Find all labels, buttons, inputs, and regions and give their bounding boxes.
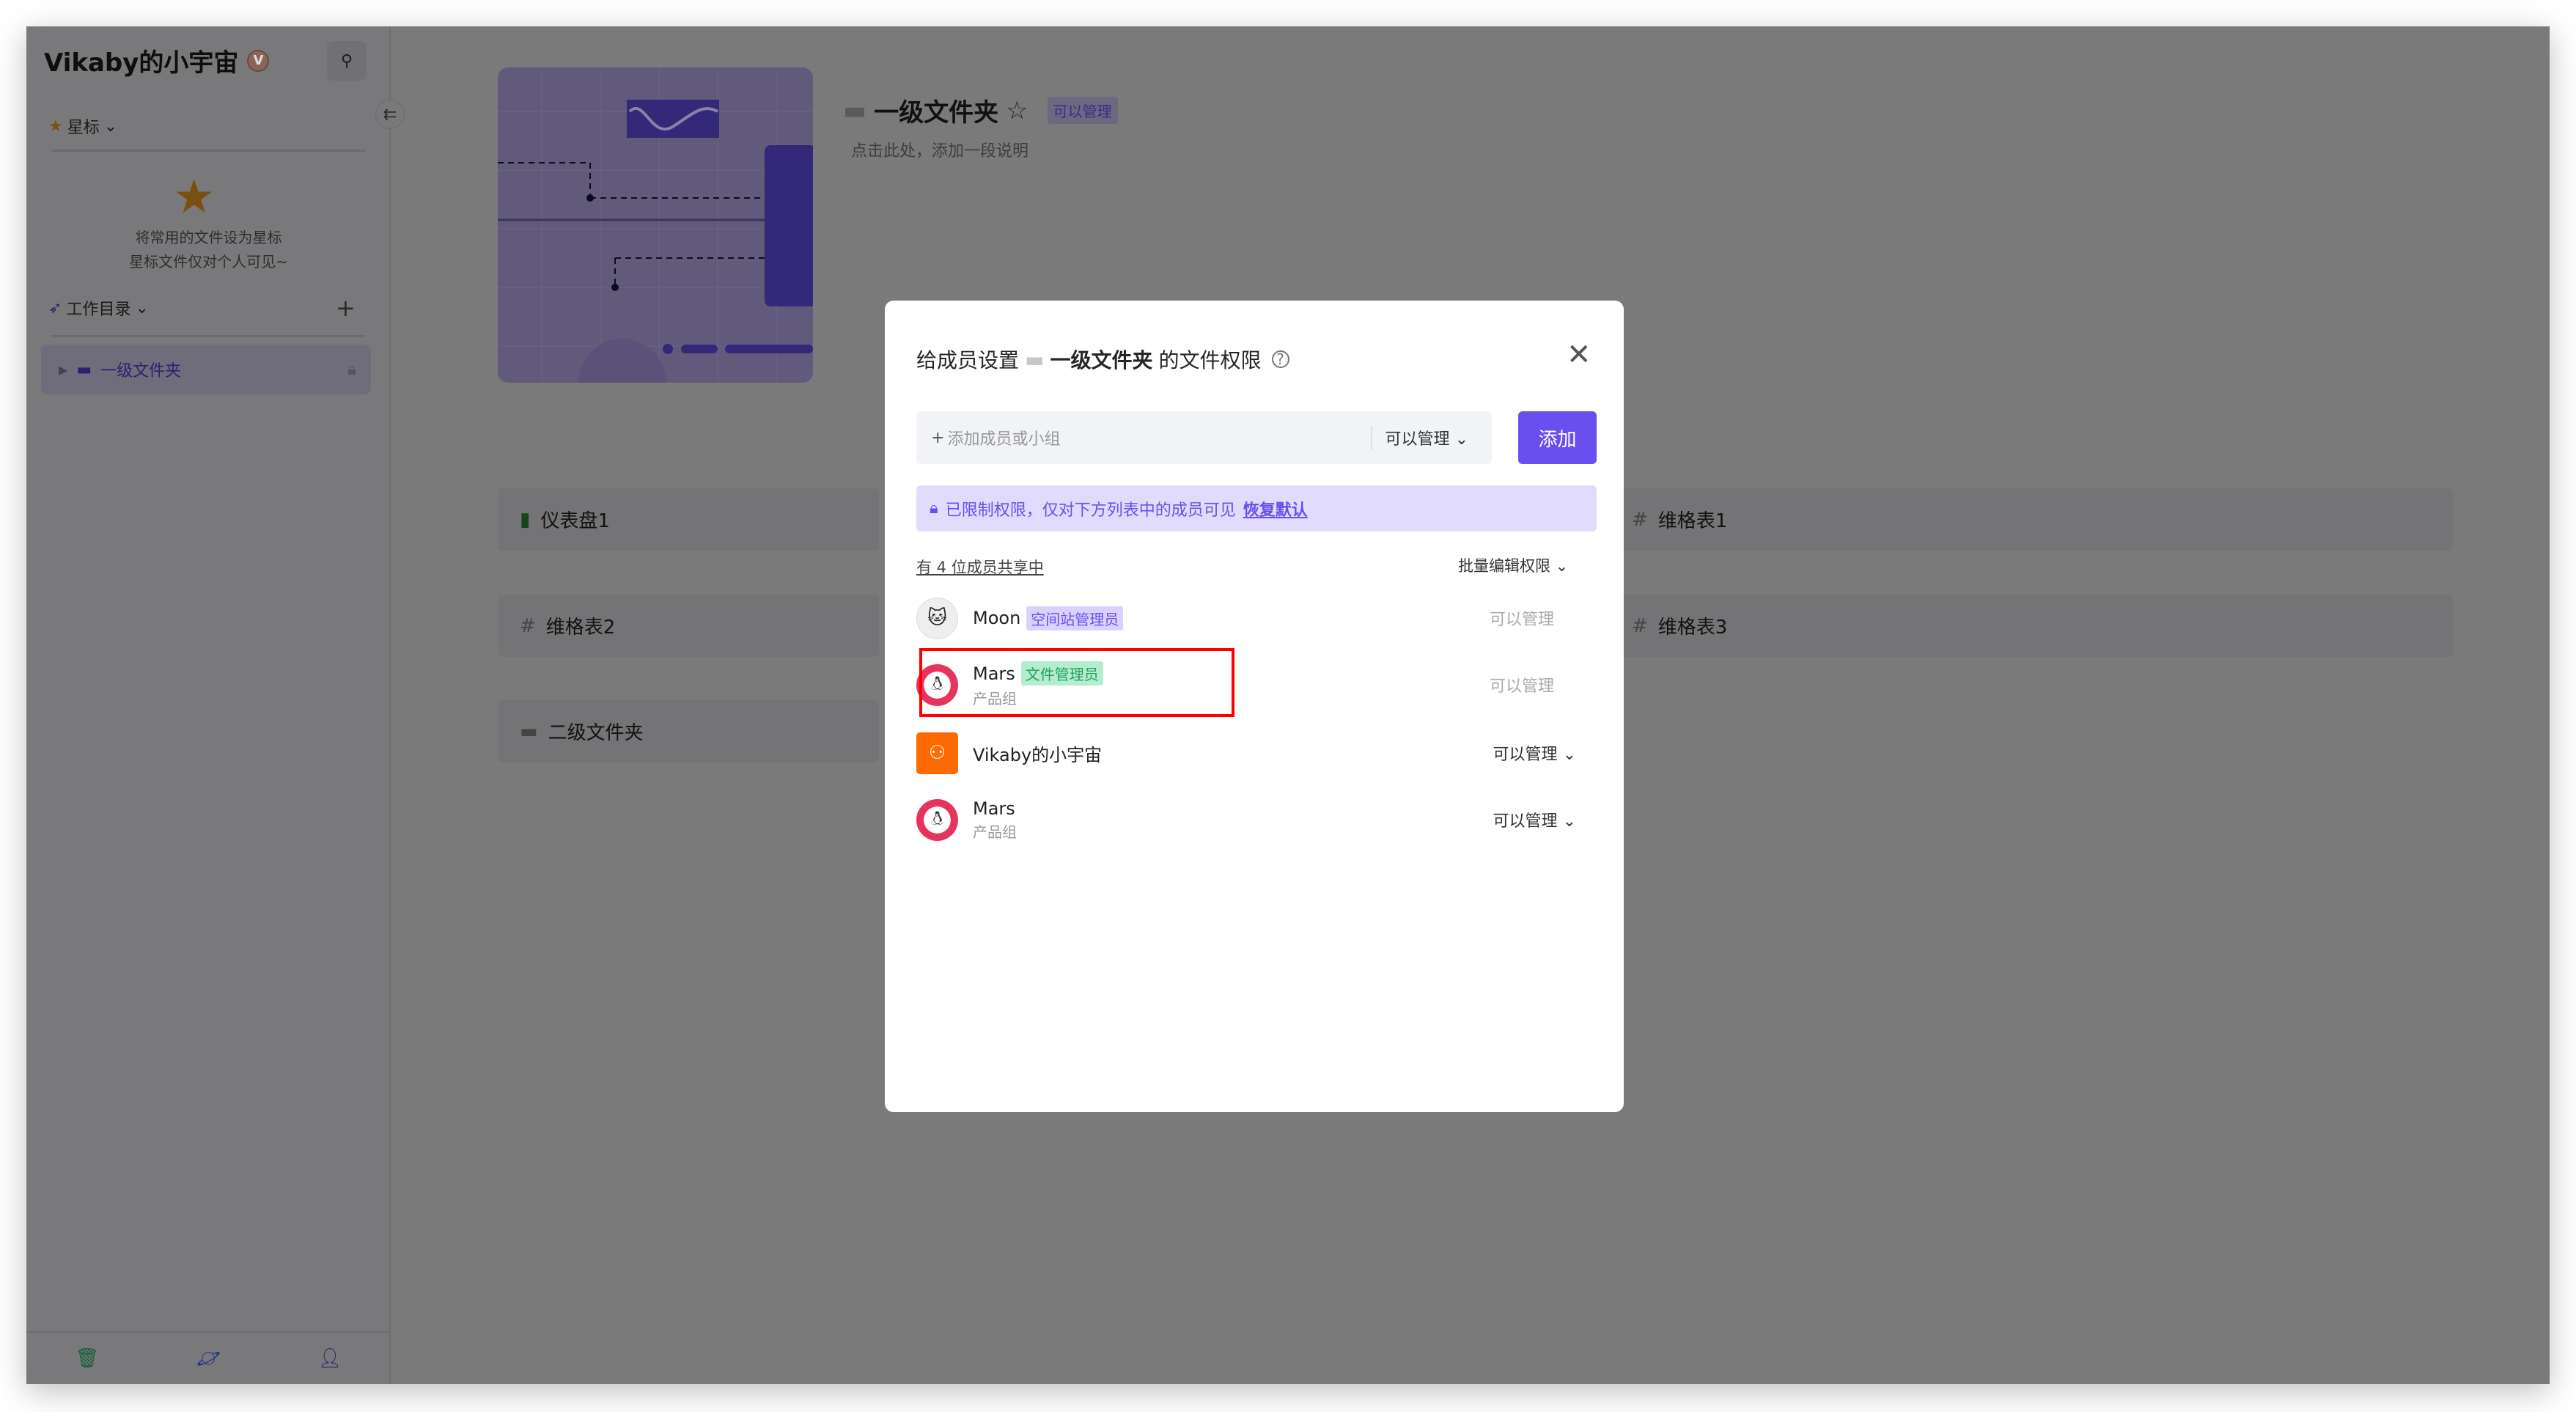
close-icon[interactable]: ✕	[1567, 340, 1591, 369]
starred-section-toggle[interactable]: ★ 星标 ⌄	[48, 114, 117, 138]
datasheet-icon: #	[1632, 614, 1648, 637]
datasheet-icon: #	[1632, 508, 1648, 531]
member-permission: 可以管理	[1493, 812, 1558, 831]
search-icon: ⚲	[340, 51, 353, 70]
card-label: 二级文件夹	[548, 722, 644, 744]
modal-title: 给成员设置 ▬ 一级文件夹 的文件权限?	[916, 345, 1289, 374]
permission-tag: 可以管理	[1047, 97, 1118, 124]
node-card[interactable]: # 维格表1	[1610, 488, 2453, 551]
divider	[51, 335, 365, 337]
cover-illustration	[498, 67, 813, 383]
sidebar-footer: 🗑︎ 🪐︎ 👤︎	[26, 1331, 391, 1384]
member-row: 🐧︎ Mars 产品组 可以管理 ⌄	[916, 790, 1597, 849]
bulk-edit-dropdown[interactable]: 批量编辑权限 ⌄	[1458, 554, 1568, 576]
sidebar-item-folder[interactable]: ▶ ▬ 一级文件夹 🔒︎	[41, 345, 371, 394]
highlight-box	[919, 648, 1234, 717]
lock-icon: 🔒︎	[930, 499, 938, 518]
workspace-badge-icon: V	[247, 49, 270, 72]
member-row: 🐱︎ Moon 空间站管理员 可以管理	[916, 589, 1597, 647]
title-folder: 一级文件夹	[1050, 348, 1153, 372]
plus-icon: +	[931, 428, 945, 447]
folder-icon: ▬	[1025, 347, 1045, 372]
starred-label: 星标	[67, 119, 100, 137]
share-count-link[interactable]: 有 4 位成员共享中	[916, 556, 1044, 578]
restore-default-link[interactable]: 恢复默认	[1243, 497, 1308, 521]
folder-description[interactable]: 点击此处，添加一段说明	[851, 138, 1028, 161]
sidebar-item-label: 一级文件夹	[100, 362, 182, 380]
member-row: ⚇ Vikaby的小宇宙 可以管理 ⌄	[916, 724, 1597, 782]
permission-modal: 给成员设置 ▬ 一级文件夹 的文件权限? ✕ + 添加成员或小组 可以管理 ⌄ 添加 🔒︎…	[885, 301, 1624, 1112]
add-node-button[interactable]: +	[336, 294, 356, 322]
title-suffix: 的文件权限	[1158, 348, 1262, 372]
node-card[interactable]: # 维格表3	[1610, 595, 2453, 657]
node-card[interactable]: # 维格表2	[498, 595, 879, 657]
add-member-input[interactable]: + 添加成员或小组 可以管理 ⌄	[916, 411, 1492, 464]
starred-empty-text: 将常用的文件设为星标	[135, 229, 282, 246]
notice-text: 已限制权限，仅对下方列表中的成员可见	[945, 501, 1236, 520]
role-badge: 空间站管理员	[1026, 606, 1124, 630]
folder-icon: ▬	[76, 360, 92, 379]
add-member-placeholder: 添加成员或小组	[947, 430, 1061, 449]
divider	[51, 150, 365, 152]
restricted-notice: 🔒︎ 已限制权限，仅对下方列表中的成员可见 恢复默认	[916, 485, 1597, 532]
card-label: 维格表2	[545, 617, 616, 639]
avatar: 🐱︎	[916, 597, 958, 639]
dashboard-icon: ▮	[520, 508, 531, 531]
app-window: Vikaby的小宇宙 V ⚲ ★ 星标 ⌄ ★ 将常用的文件设为星标 星标文件仅对个人…	[26, 26, 2550, 1384]
caret-right-icon: ▶	[59, 362, 68, 377]
node-card[interactable]: ▬ 二级文件夹	[498, 700, 879, 762]
invite-member-icon[interactable]: 👤︎	[318, 1347, 342, 1369]
search-button[interactable]: ⚲	[327, 41, 367, 81]
workspace-title[interactable]: Vikaby的小宇宙 V	[44, 43, 270, 78]
help-icon[interactable]: ?	[1271, 350, 1289, 368]
member-name: Moon	[973, 608, 1021, 628]
page-title: ▬ 一级文件夹 ☆ 可以管理	[843, 92, 1118, 128]
chevron-down-icon: ⌄	[135, 298, 149, 317]
collapse-sidebar-button[interactable]: ⇇	[375, 100, 405, 129]
member-permission: 可以管理	[1489, 611, 1554, 629]
card-label: 维格表3	[1657, 617, 1728, 639]
folder-title[interactable]: 一级文件夹	[874, 92, 998, 128]
card-label: 仪表盘1	[540, 510, 610, 532]
team-icon: ⚇	[916, 732, 958, 774]
member-team: 产品组	[973, 823, 1017, 841]
card-label: 维格表1	[1657, 510, 1728, 532]
rocket-icon: ➶	[48, 298, 62, 317]
chevron-down-icon: ⌄	[1562, 812, 1576, 831]
add-button[interactable]: 添加	[1518, 411, 1597, 464]
catalog-section-toggle[interactable]: ➶ 工作目录 ⌄	[48, 296, 149, 320]
permission-select[interactable]: 可以管理 ⌄	[1370, 426, 1492, 449]
chevron-down-icon: ⌄	[103, 117, 118, 136]
member-permission-dropdown[interactable]: 可以管理 ⌄	[1493, 808, 1576, 831]
node-card[interactable]: ▮ 仪表盘1	[498, 488, 879, 551]
member-permission-dropdown[interactable]: 可以管理 ⌄	[1493, 741, 1576, 765]
planet-icon[interactable]: 🪐︎	[196, 1347, 221, 1369]
star-icon: ★	[48, 117, 63, 136]
chevron-down-icon: ⌄	[1562, 746, 1576, 764]
folder-cover-image[interactable]	[498, 67, 813, 383]
folder-icon: ▬	[520, 720, 538, 743]
workspace-name: Vikaby的小宇宙	[44, 48, 239, 78]
folder-icon: ▬	[843, 95, 867, 125]
starred-empty-text: 星标文件仅对个人可见~	[129, 253, 288, 271]
avatar: 🐧︎	[916, 798, 958, 841]
title-prefix: 给成员设置	[916, 348, 1020, 372]
trash-icon[interactable]: 🗑︎	[75, 1347, 99, 1369]
permission-select-value: 可以管理	[1385, 430, 1450, 449]
member-name: Vikaby的小宇宙	[973, 744, 1103, 765]
star-outline-icon[interactable]: ☆	[1006, 96, 1028, 125]
member-permission: 可以管理	[1489, 677, 1554, 696]
member-name: Mars	[973, 798, 1015, 819]
member-permission: 可以管理	[1493, 746, 1558, 764]
sidebar: Vikaby的小宇宙 V ⚲ ★ 星标 ⌄ ★ 将常用的文件设为星标 星标文件仅对个人…	[26, 26, 405, 1384]
bulk-edit-label: 批量编辑权限	[1458, 557, 1550, 575]
chevron-down-icon: ⌄	[1454, 430, 1468, 449]
catalog-label: 工作目录	[66, 301, 131, 319]
datasheet-icon: #	[520, 614, 536, 637]
lock-icon: 🔒︎	[347, 360, 356, 379]
star-illustration-icon: ★	[173, 170, 216, 224]
chevron-down-icon: ⌄	[1555, 557, 1569, 575]
